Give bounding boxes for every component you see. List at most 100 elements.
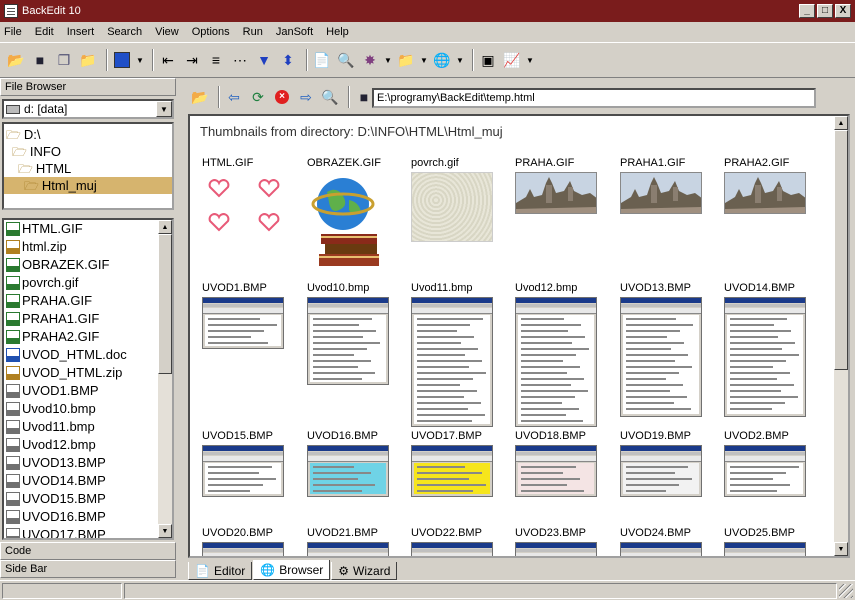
color-swatch-icon[interactable] (112, 50, 132, 70)
tab-editor[interactable]: 📄 Editor (188, 562, 253, 580)
filter-icon[interactable]: ▼ (254, 50, 274, 70)
code-panel-header[interactable]: Code (0, 542, 176, 560)
dropdown-arrow-icon[interactable]: ▼ (136, 50, 144, 70)
file-list-item[interactable]: OBRAZEK.GIF (4, 256, 172, 274)
thumbnail-item[interactable]: UVOD2.BMP (724, 429, 806, 497)
thumbnail-item[interactable]: UVOD17.BMP (411, 429, 493, 497)
thumbnail-item[interactable]: PRAHA2.GIF (724, 156, 806, 214)
menu-edit[interactable]: Edit (35, 26, 54, 38)
thumbnail-item[interactable]: UVOD15.BMP (202, 429, 284, 497)
thumbnail-item[interactable]: UVOD13.BMP (620, 281, 702, 417)
image-icon[interactable]: ▣ (478, 50, 498, 70)
side-bar-header[interactable]: Side Bar (0, 560, 176, 578)
drive-select[interactable]: d: [data] ▼ (2, 99, 174, 119)
new-file-icon[interactable]: 📄 (312, 50, 332, 70)
menu-search[interactable]: Search (107, 26, 142, 38)
file-list-scrollbar[interactable]: ▲ ▼ (158, 220, 172, 538)
find-icon[interactable]: 🔍 (336, 50, 356, 70)
file-list-item[interactable]: HTML.GIF (4, 220, 172, 238)
resize-grip[interactable] (839, 583, 853, 598)
menu-insert[interactable]: Insert (67, 26, 95, 38)
thumbnail-item[interactable]: Uvod10.bmp (307, 281, 389, 385)
sort-icon[interactable]: ⬍ (278, 50, 298, 70)
chevron-down-icon[interactable]: ▼ (156, 101, 172, 117)
list-icon[interactable]: ⋯ (230, 50, 250, 70)
thumbnail-item[interactable]: PRAHA1.GIF (620, 156, 702, 214)
refresh-icon[interactable]: ⟳ (248, 87, 268, 107)
minimize-button[interactable]: _ (799, 4, 815, 18)
address-input[interactable]: E:\programy\BackEdit\temp.html (372, 88, 816, 108)
chart-icon[interactable]: 📈 (502, 50, 522, 70)
menu-jansoft[interactable]: JanSoft (276, 26, 313, 38)
maximize-button[interactable]: □ (817, 4, 833, 18)
align-icon[interactable]: ≡ (206, 50, 226, 70)
thumbnail-item[interactable]: povrch.gif (411, 156, 493, 242)
back-icon[interactable]: ⇦ (224, 87, 244, 107)
tree-item[interactable]: 🗁 D:\ (4, 126, 172, 143)
outdent-icon[interactable]: ⇤ (158, 50, 178, 70)
open-icon[interactable]: 📁 (78, 50, 98, 70)
content-scrollbar[interactable]: ▲ ▼ (834, 116, 848, 556)
file-list-item[interactable]: UVOD14.BMP (4, 472, 172, 490)
thumbnail-item[interactable]: UVOD25.BMP (724, 526, 806, 556)
open-folder-icon[interactable]: 📂 (6, 50, 26, 70)
file-list-item[interactable]: UVOD15.BMP (4, 490, 172, 508)
thumbnail-item[interactable]: UVOD18.BMP (515, 429, 597, 497)
save-icon[interactable]: ■ (30, 50, 50, 70)
thumbnail-item[interactable]: UVOD19.BMP (620, 429, 702, 497)
template-icon[interactable]: 📁 (396, 50, 416, 70)
preview-icon[interactable]: 🔍 (320, 87, 340, 107)
scroll-up-icon[interactable]: ▲ (158, 220, 172, 234)
file-list-item[interactable]: PRAHA.GIF (4, 292, 172, 310)
file-list-item[interactable]: UVOD_HTML.doc (4, 346, 172, 364)
file-list-item[interactable]: PRAHA1.GIF (4, 310, 172, 328)
thumbnail-item[interactable]: UVOD24.BMP (620, 526, 702, 556)
menu-help[interactable]: Help (326, 26, 349, 38)
scroll-up-icon[interactable]: ▲ (834, 116, 848, 130)
thumbnail-item[interactable]: UVOD20.BMP (202, 526, 284, 556)
thumbnail-item[interactable]: PRAHA.GIF (515, 156, 597, 214)
menu-options[interactable]: Options (192, 26, 230, 38)
file-list-item[interactable]: UVOD_HTML.zip (4, 364, 172, 382)
thumbnail-item[interactable]: OBRAZEK.GIF (307, 156, 389, 268)
panel-splitter[interactable] (176, 78, 184, 580)
tree-item[interactable]: 🗁 Html_muj (4, 177, 172, 194)
file-list-item[interactable]: Uvod12.bmp (4, 436, 172, 454)
save-icon[interactable]: ■ (354, 87, 374, 107)
menu-run[interactable]: Run (243, 26, 263, 38)
file-list-item[interactable]: UVOD16.BMP (4, 508, 172, 526)
thumbnail-item[interactable]: UVOD21.BMP (307, 526, 389, 556)
thumbnail-item[interactable]: UVOD1.BMP (202, 281, 284, 349)
dropdown-arrow-icon[interactable]: ▼ (420, 50, 428, 70)
thumbnail-item[interactable]: UVOD22.BMP (411, 526, 493, 556)
file-list-item[interactable]: UVOD1.BMP (4, 382, 172, 400)
file-list-item[interactable]: PRAHA2.GIF (4, 328, 172, 346)
thumbnail-item[interactable]: Uvod11.bmp (411, 281, 493, 427)
tab-browser[interactable]: 🌐 Browser (253, 560, 331, 580)
file-list-item[interactable]: Uvod10.bmp (4, 400, 172, 418)
scroll-down-icon[interactable]: ▼ (834, 542, 848, 556)
dropdown-arrow-icon[interactable]: ▼ (456, 50, 464, 70)
tab-wizard[interactable]: ⚙ Wizard (331, 562, 398, 580)
file-list-item[interactable]: UVOD13.BMP (4, 454, 172, 472)
menu-view[interactable]: View (155, 26, 179, 38)
stop-icon[interactable]: × (272, 87, 292, 107)
dropdown-arrow-icon[interactable]: ▼ (384, 50, 392, 70)
file-list-item[interactable]: povrch.gif (4, 274, 172, 292)
dropdown-arrow-icon[interactable]: ▼ (526, 50, 534, 70)
close-button[interactable]: X (835, 4, 851, 18)
open-folder-icon[interactable]: 📂 (190, 87, 210, 107)
scrollbar-thumb[interactable] (158, 234, 172, 374)
file-list-item[interactable]: UVOD17.BMP (4, 526, 172, 538)
scroll-down-icon[interactable]: ▼ (158, 524, 172, 538)
thumbnail-item[interactable]: HTML.GIF (202, 156, 284, 242)
menu-file[interactable]: File (4, 26, 22, 38)
forward-icon[interactable]: ⇨ (296, 87, 316, 107)
file-list-item[interactable]: html.zip (4, 238, 172, 256)
thumbnail-item[interactable]: Uvod12.bmp (515, 281, 597, 427)
file-list-item[interactable]: Uvod11.bmp (4, 418, 172, 436)
thumbnail-item[interactable]: UVOD23.BMP (515, 526, 597, 556)
thumbnail-item[interactable]: UVOD16.BMP (307, 429, 389, 497)
tree-item[interactable]: 🗁 HTML (4, 160, 172, 177)
tools-icon[interactable]: ✸ (360, 50, 380, 70)
